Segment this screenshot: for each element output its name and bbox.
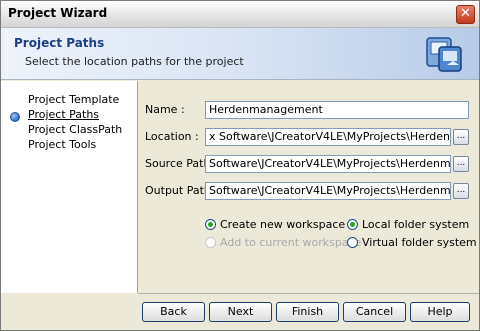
location-field[interactable]: x Software\JCreatorV4LE\MyProjects\Herde… <box>205 128 451 146</box>
source-path-browse-button[interactable]: ... <box>453 156 469 172</box>
create-workspace-label: Create new workspace <box>220 218 346 231</box>
location-browse-button[interactable]: ... <box>453 129 469 145</box>
help-button[interactable]: Help <box>410 302 470 322</box>
next-button[interactable]: Next <box>209 302 272 322</box>
step-project-classpath[interactable]: Project ClassPath <box>28 123 122 136</box>
wizard-steps: Project Template Project Paths Project C… <box>1 81 138 293</box>
page-subtitle: Select the location paths for the projec… <box>25 55 244 68</box>
virtual-folder-option[interactable]: Virtual folder system <box>347 236 477 249</box>
local-folder-label: Local folder system <box>362 218 470 231</box>
name-label: Name : <box>145 103 185 116</box>
add-workspace-option: Add to current workspace <box>205 236 361 249</box>
title-bar[interactable]: Project Wizard ✕ <box>1 1 479 28</box>
create-workspace-radio[interactable] <box>205 219 216 230</box>
wizard-header: Project Paths Select the location paths … <box>1 28 479 80</box>
virtual-folder-radio[interactable] <box>347 237 358 248</box>
finish-button[interactable]: Finish <box>276 302 339 322</box>
close-icon[interactable]: ✕ <box>456 5 475 24</box>
virtual-folder-label: Virtual folder system <box>362 236 477 249</box>
page-title: Project Paths <box>14 36 105 50</box>
current-step-icon <box>10 112 20 122</box>
output-path-field[interactable]: Software\JCreatorV4LE\MyProjects\Herdenm… <box>205 182 451 200</box>
project-folder-icon <box>426 37 462 72</box>
back-button[interactable]: Back <box>142 302 205 322</box>
step-project-paths[interactable]: Project Paths <box>28 108 99 121</box>
create-workspace-option[interactable]: Create new workspace <box>205 218 345 231</box>
window-title: Project Wizard <box>8 6 108 20</box>
output-path-browse-button[interactable]: ... <box>453 183 469 199</box>
wizard-window: Project Wizard ✕ Project Paths Select th… <box>0 0 480 331</box>
step-project-tools[interactable]: Project Tools <box>28 138 96 151</box>
local-folder-option[interactable]: Local folder system <box>347 218 469 231</box>
name-field[interactable]: Herdenmanagement <box>205 101 469 119</box>
local-folder-radio[interactable] <box>347 219 358 230</box>
add-workspace-radio <box>205 237 216 248</box>
add-workspace-label: Add to current workspace <box>220 236 362 249</box>
step-project-template[interactable]: Project Template <box>28 93 119 106</box>
cancel-button[interactable]: Cancel <box>343 302 406 322</box>
location-label: Location : <box>145 130 199 143</box>
source-path-field[interactable]: Software\JCreatorV4LE\MyProjects\Herdenm… <box>205 155 451 173</box>
